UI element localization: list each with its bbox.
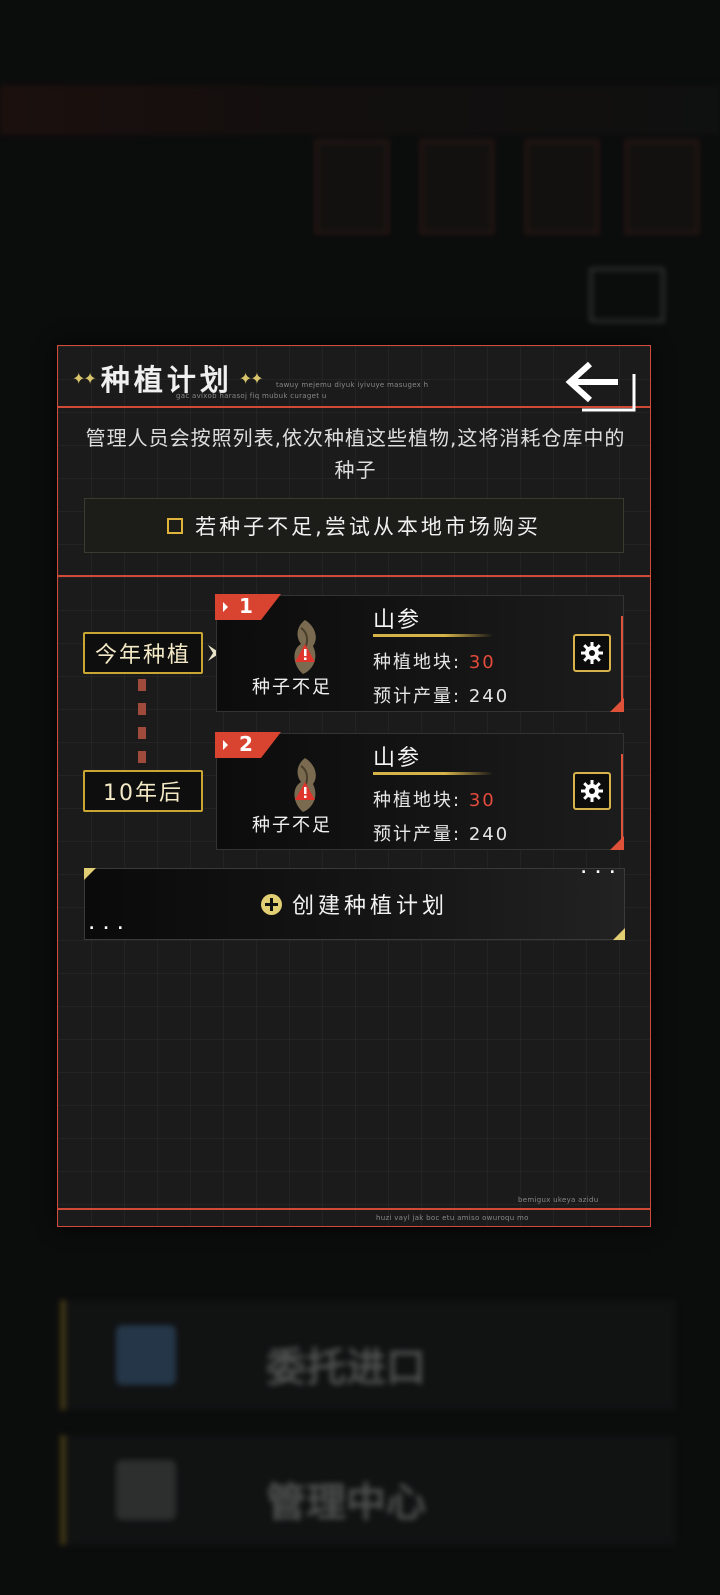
background-row-label: 委托进口 [266, 1345, 426, 1391]
plan-card[interactable]: 1 种子不足 山参 种植地块: 30 预计产量: 240 [215, 594, 624, 712]
timeline-connector [138, 703, 146, 715]
create-plan-button[interactable]: ... ... 创建种植计划 [84, 861, 625, 940]
background-row-icon [116, 1460, 176, 1520]
back-arrow-icon [565, 361, 636, 412]
ginseng-plant-icon [294, 620, 316, 674]
plus-circle-icon [260, 893, 282, 915]
section-divider [58, 575, 650, 577]
yield-label: 预计产量: [373, 824, 462, 845]
background-slot [625, 140, 699, 234]
timeline-current-tag: 今年种植 [83, 632, 203, 674]
seed-shortage-warning: 种子不足 [252, 677, 332, 698]
background-row-label: 管理中心 [266, 1480, 426, 1526]
footer-divider [58, 1208, 650, 1210]
plan-card[interactable]: 2 种子不足 山参 种植地块: 30 预计产量: 240 [215, 732, 624, 850]
plot-row: 种植地块: 30 [373, 648, 496, 674]
yield-value: 240 [468, 824, 510, 845]
seed-shortage-warning: 种子不足 [252, 815, 332, 836]
deco-text: huzi vayl jak boc etu amiso owuroqu mo [376, 1214, 529, 1222]
plot-row: 种植地块: 30 [373, 786, 496, 812]
plot-label: 种植地块: [373, 790, 462, 811]
deco-text: gac avixob harasoj fiq mubuk curaget u [176, 392, 327, 400]
deco-text: tawuy mejemu diyuk iyivuye masugex h [276, 381, 429, 389]
ginseng-plant-icon [294, 758, 316, 812]
gear-icon [581, 642, 603, 664]
deco-text: bemigux ukeya azidu [518, 1196, 599, 1204]
background-row: 委托进口 [60, 1300, 676, 1410]
back-button[interactable] [560, 352, 640, 414]
deco-dots: ... [581, 861, 624, 877]
dialog-description: 管理人员会按照列表,依次种植这些植物,这将消耗仓库中的种子 [85, 426, 626, 482]
create-plan-label: 创建种植计划 [291, 894, 448, 919]
sparkle-icon: ✦✦ [72, 368, 97, 388]
background-slot [420, 140, 494, 234]
buy-from-market-checkbox[interactable]: 若种子不足,尝试从本地市场购买 [84, 498, 624, 553]
plan-index: 1 [239, 594, 253, 618]
plot-value: 30 [468, 790, 496, 811]
plant-name: 山参 [373, 746, 422, 771]
plan-settings-button[interactable] [573, 634, 611, 672]
yield-label: 预计产量: [373, 686, 462, 707]
corner-accent [613, 928, 625, 940]
checkbox-box[interactable] [167, 517, 184, 534]
sparkle-icon: ✦✦ [238, 368, 264, 388]
plot-value: 30 [468, 652, 496, 673]
timeline-connector [138, 679, 146, 691]
timeline-connector [138, 727, 146, 739]
card-edge [621, 616, 623, 711]
deco-dots: ... [89, 917, 132, 933]
plot-label: 种植地块: [373, 652, 462, 673]
card-edge [621, 754, 623, 849]
background-back-button [590, 268, 664, 322]
corner-accent [84, 868, 96, 880]
yield-row: 预计产量: 240 [373, 682, 509, 708]
yield-value: 240 [468, 686, 510, 707]
plan-index: 2 [239, 732, 253, 756]
background-slot [525, 140, 599, 234]
yield-row: 预计产量: 240 [373, 820, 509, 846]
background-slot [315, 140, 389, 234]
planting-plan-dialog: ✦✦ 种植计划 ✦✦ tawuy mejemu diyuk iyivuye ma… [57, 345, 651, 1227]
timeline-connector [138, 751, 146, 763]
name-underline [373, 772, 493, 775]
background-row-icon [116, 1325, 176, 1385]
timeline-later-tag: 10年后 [83, 770, 203, 812]
plant-name: 山参 [373, 608, 422, 633]
gear-icon [581, 780, 603, 802]
background-topbar [0, 85, 720, 135]
checkbox-label: 若种子不足,尝试从本地市场购买 [195, 514, 541, 539]
background-row: 管理中心 [60, 1435, 676, 1545]
name-underline [373, 634, 493, 637]
plan-settings-button[interactable] [573, 772, 611, 810]
